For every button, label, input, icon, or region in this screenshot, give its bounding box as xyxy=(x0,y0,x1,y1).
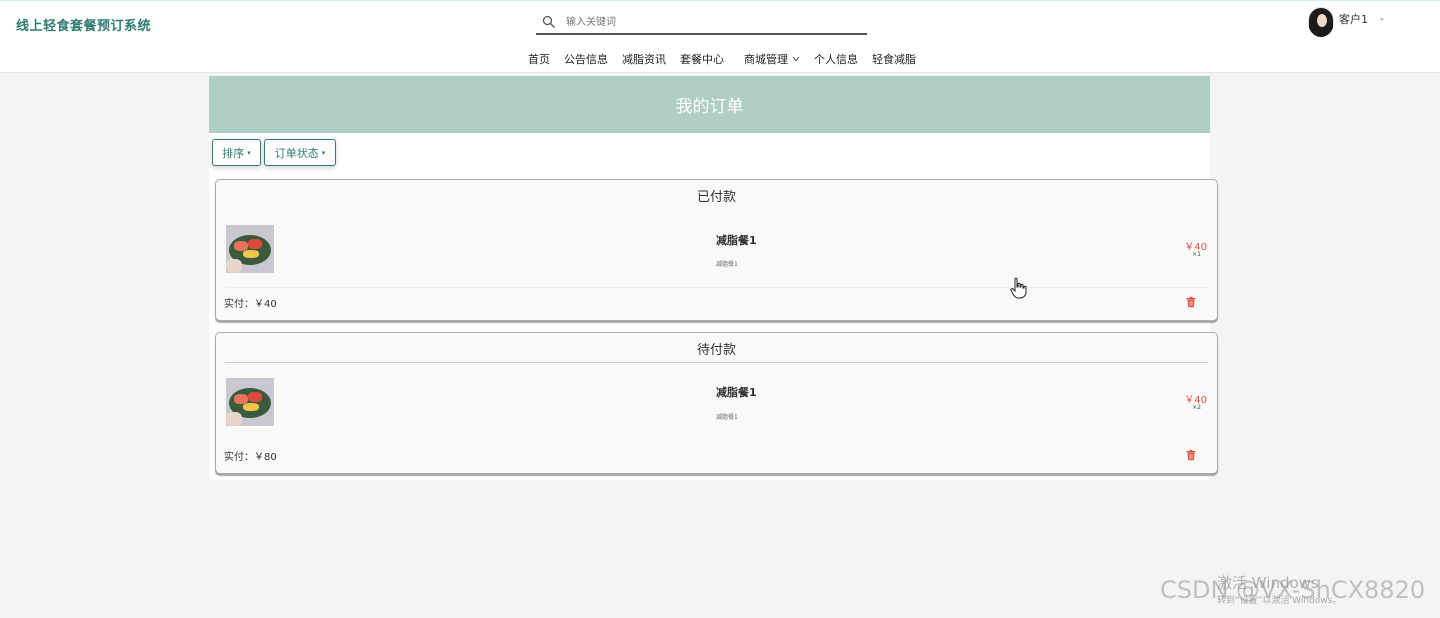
paid-amount: 实付：￥80 xyxy=(224,452,277,463)
hand-pointer-icon xyxy=(1010,277,1027,299)
product-name[interactable]: 减脂餐1 xyxy=(716,384,757,400)
product-quantity: ×2 xyxy=(1192,404,1201,411)
order-status: 待付款 xyxy=(696,343,736,358)
nav-item-profile[interactable]: 个人信息 xyxy=(814,51,858,67)
divider xyxy=(225,362,1208,363)
order-status-filter-button[interactable]: 订单状态 ▾ xyxy=(264,139,336,166)
divider xyxy=(225,287,1208,288)
product-description: 减脂餐1 xyxy=(716,261,738,268)
search-icon[interactable] xyxy=(542,15,556,29)
site-title[interactable]: 线上轻食套餐预订系统 xyxy=(16,15,151,34)
main-nav: 首页 公告信息 减脂资讯 套餐中心 商城管理 个人信息 轻食减脂 xyxy=(528,51,930,67)
nav-dropdown-label: 商城管理 xyxy=(744,53,788,66)
sort-button[interactable]: 排序 ▾ xyxy=(212,139,261,166)
search-input[interactable] xyxy=(566,13,856,31)
nav-item-news[interactable]: 减脂资讯 xyxy=(622,51,666,67)
page-title-banner: 我的订单 xyxy=(209,76,1210,133)
product-image[interactable] xyxy=(226,378,274,426)
trash-icon[interactable] xyxy=(1185,449,1197,461)
product-quantity: ×1 xyxy=(1192,251,1201,258)
page-title: 我的订单 xyxy=(675,97,744,117)
nav-item-announcements[interactable]: 公告信息 xyxy=(564,51,608,67)
order-status: 已付款 xyxy=(696,190,736,205)
caret-down-icon: ▾ xyxy=(247,148,251,157)
chevron-down-icon xyxy=(792,56,800,62)
nav-item-light-meal[interactable]: 轻食减脂 xyxy=(872,51,916,67)
user-dropdown-caret[interactable]: - xyxy=(1380,14,1384,25)
nav-item-packages[interactable]: 套餐中心 xyxy=(680,51,724,67)
order-card: 已付款 减脂餐1 减脂餐1 ￥40 ×1 实付：￥40 xyxy=(215,179,1218,321)
caret-down-icon: ▾ xyxy=(321,148,326,157)
nav-item-home[interactable]: 首页 xyxy=(528,51,550,67)
trash-icon[interactable] xyxy=(1185,296,1197,308)
top-header: 线上轻食套餐预订系统 客户1 - 首页 公告信息 减脂资讯 套餐中心 商城管理 … xyxy=(0,0,1440,73)
paid-amount: 实付：￥40 xyxy=(224,299,277,310)
order-card: 待付款 减脂餐1 减脂餐1 ￥40 ×2 实付：￥80 xyxy=(215,332,1218,474)
user-menu[interactable]: 客户1 - xyxy=(1308,6,1384,38)
product-name[interactable]: 减脂餐1 xyxy=(716,232,757,248)
user-name[interactable]: 客户1 xyxy=(1339,11,1368,27)
product-description: 减脂餐1 xyxy=(716,414,738,421)
nav-item-mall-management[interactable]: 商城管理 xyxy=(744,51,800,67)
csdn-watermark: CSDN @VX-ShCX8820 xyxy=(1160,576,1426,604)
product-image[interactable] xyxy=(226,225,274,273)
search-bar xyxy=(536,11,867,35)
avatar[interactable] xyxy=(1308,7,1334,37)
